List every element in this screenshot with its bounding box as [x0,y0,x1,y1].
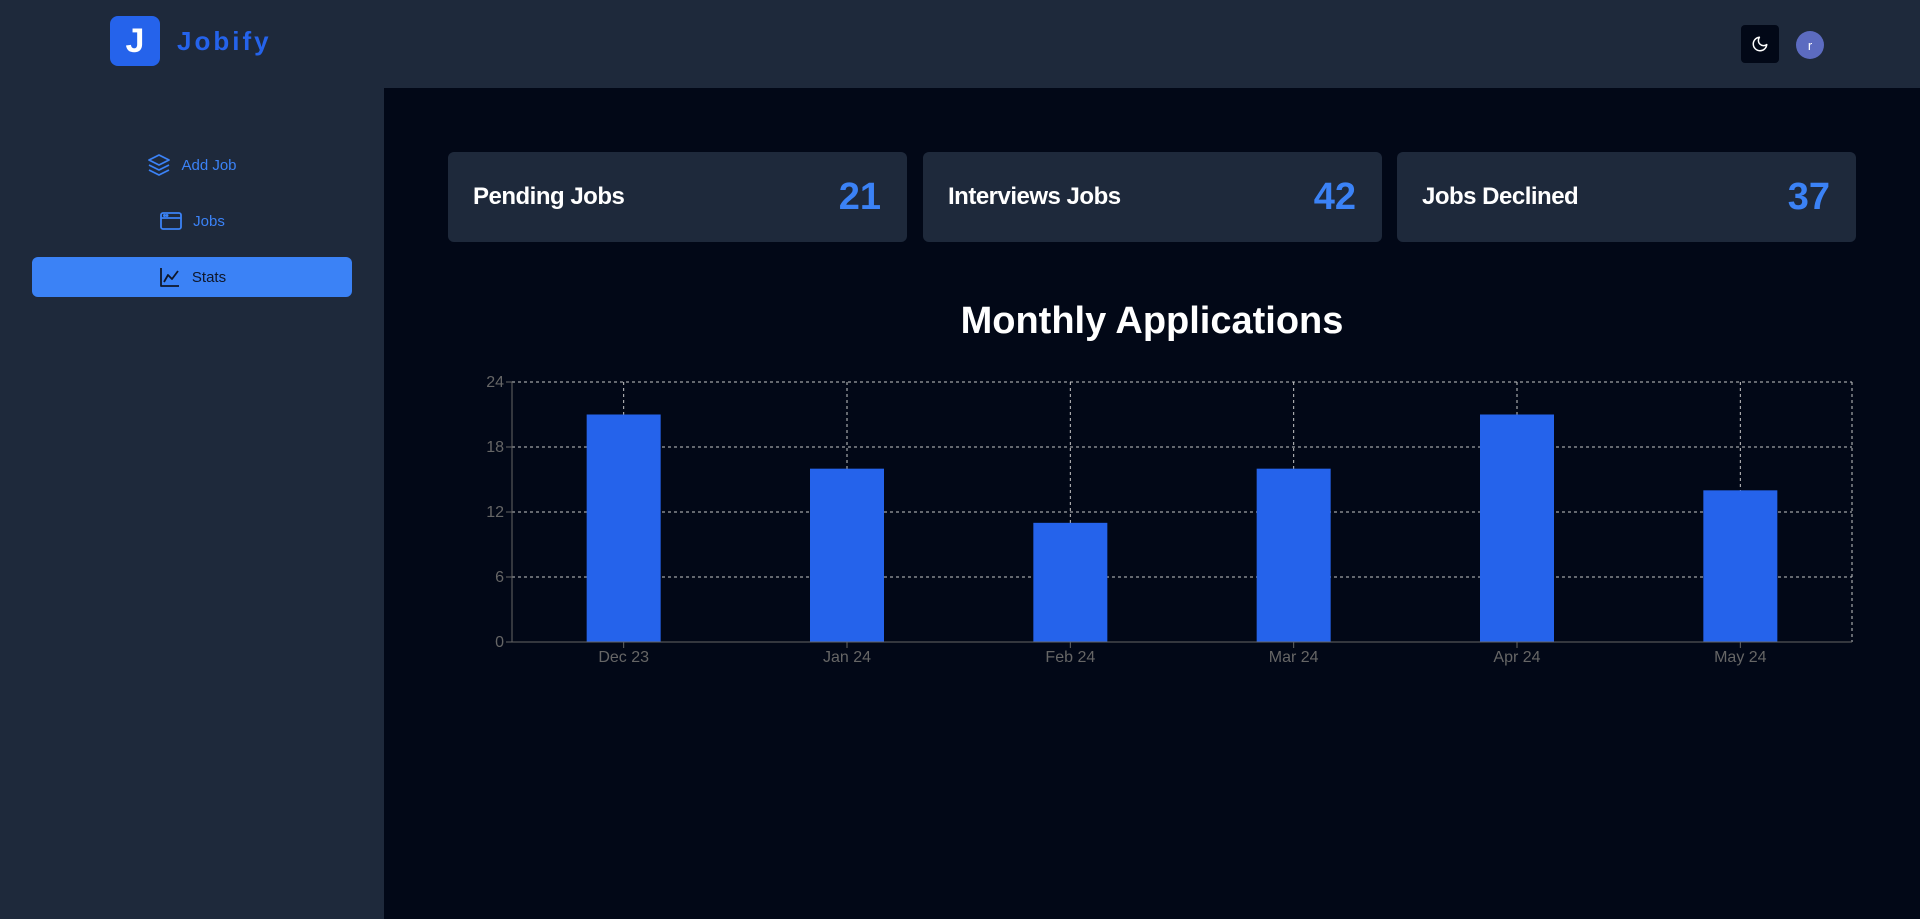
stat-value: 42 [1313,175,1356,218]
sidebar-item-label: Stats [191,268,227,286]
y-tick-label: 18 [486,439,504,456]
sidebar-item-stats[interactable]: Stats [32,257,352,297]
stat-card-interviews: Interviews Jobs 42 [923,152,1382,242]
y-tick-label: 12 [486,504,504,521]
top-navbar [384,0,1920,88]
y-tick-label: 6 [495,569,504,586]
stat-title: Interviews Jobs [948,183,1121,210]
chart-title: Monthly Applications [960,300,1344,342]
bar-apr-24 [1480,414,1554,642]
x-tick-label: Jan 24 [823,649,871,666]
stat-title: Jobs Declined [1422,183,1579,210]
browser-window-icon [160,212,183,230]
logo-mark: J [110,16,160,66]
stat-title: Pending Jobs [473,183,625,210]
stat-card-declined: Jobs Declined 37 [1397,152,1856,242]
bar-jan-24 [810,468,884,642]
y-tick-label: 0 [495,634,504,651]
sidebar-item-label: Add Job [181,156,237,174]
y-tick-label: 24 [486,374,504,391]
logo-text: Jobify [177,25,272,56]
bar-feb-24 [1033,522,1108,642]
logo[interactable]: J Jobify [110,16,272,66]
layers-icon [148,154,171,176]
x-tick-label: May 24 [1714,649,1767,666]
theme-toggle-button[interactable] [1741,25,1779,63]
sidebar-item-label: Jobs [193,212,225,230]
line-chart-icon [160,268,179,287]
bar-may-24 [1703,490,1778,642]
x-tick-label: Dec 23 [598,649,649,666]
avatar[interactable]: r [1796,31,1824,59]
x-tick-label: Apr 24 [1493,649,1540,666]
sidebar-nav: Add Job Jobs Stats [32,145,352,313]
bar-mar-24 [1256,468,1331,642]
sidebar-item-jobs[interactable]: Jobs [32,201,352,241]
monthly-applications-chart: 0 6 12 18 24 Dec 23 Jan 24 Feb 24 Mar 24 Apr 24 Ma… [486,374,1853,666]
stat-card-pending: Pending Jobs 21 [448,152,907,242]
x-tick-label: Feb 24 [1045,649,1095,666]
stat-value: 21 [838,175,881,218]
sidebar: J Jobify Add Job Jobs Stats [0,0,384,919]
moon-icon [1752,36,1768,52]
stat-value: 37 [1787,175,1830,218]
sidebar-item-add-job[interactable]: Add Job [32,145,352,185]
bar-dec-23 [586,414,661,642]
x-tick-label: Mar 24 [1269,649,1319,666]
